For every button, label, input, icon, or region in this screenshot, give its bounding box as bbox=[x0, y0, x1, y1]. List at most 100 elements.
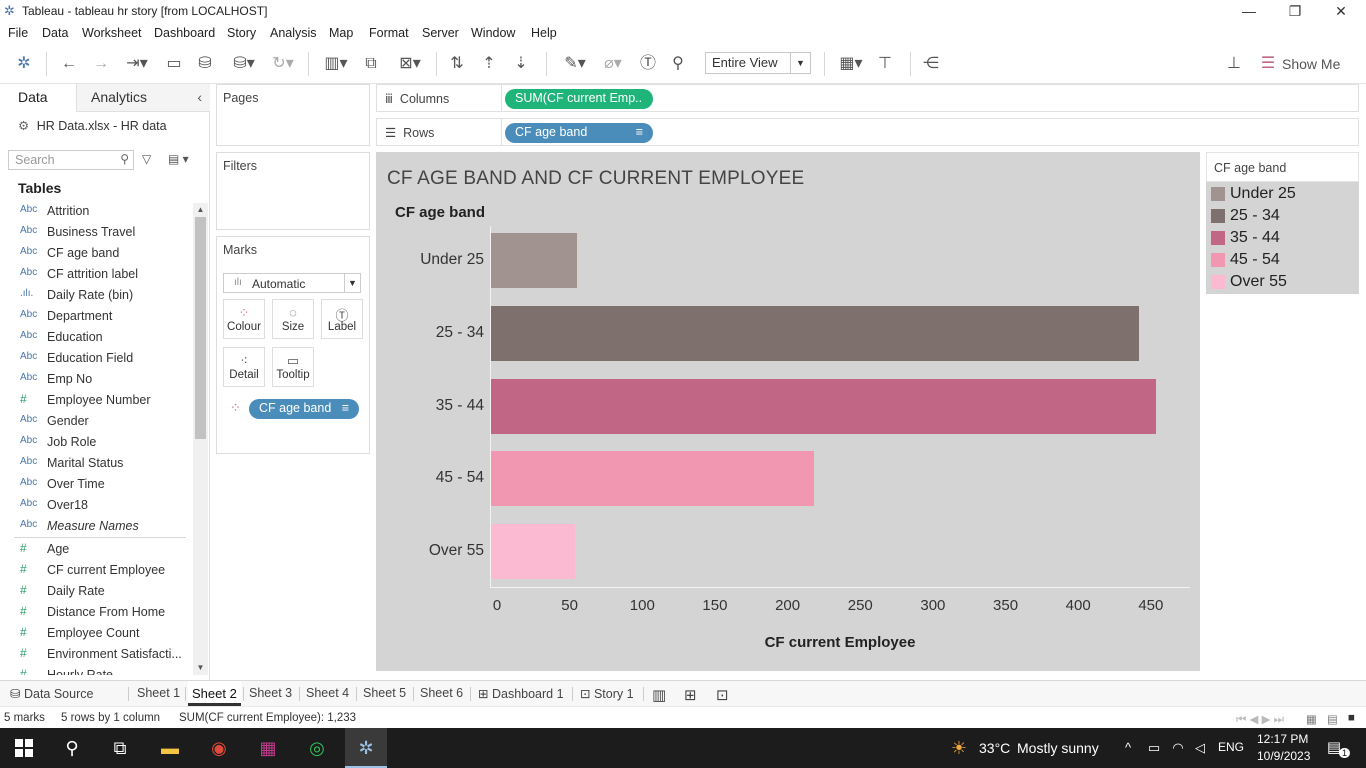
task-view-icon[interactable]: ⧉ bbox=[106, 736, 134, 760]
detail-button[interactable]: ⁖ Detail bbox=[223, 347, 265, 387]
show-cards-icon[interactable]: ▦▾ bbox=[834, 53, 868, 75]
field-item[interactable]: Abc CF attrition label bbox=[0, 264, 192, 284]
rows-shelf[interactable]: ☰ Rows CF age band ≡ bbox=[376, 118, 1359, 146]
tab-data[interactable]: Data bbox=[0, 84, 76, 112]
search-icon[interactable]: ⚲ bbox=[58, 736, 86, 760]
format-painter-icon[interactable]: ⊥ bbox=[1222, 53, 1246, 75]
tab-view-icon[interactable]: ■ bbox=[1348, 712, 1355, 724]
replay-icon[interactable]: ⇥▾ bbox=[120, 53, 154, 75]
new-worksheet-icon[interactable]: ▥▾ bbox=[318, 53, 354, 75]
field-item[interactable]: # Age bbox=[0, 539, 192, 559]
presentation-mode-icon[interactable]: ⊤ bbox=[874, 53, 896, 75]
datasource-item[interactable]: ⚙ HR Data.xlsx - HR data bbox=[18, 118, 167, 133]
field-item[interactable]: Abc Over Time bbox=[0, 474, 192, 494]
menu-format[interactable]: Format bbox=[369, 26, 409, 40]
bar-mark[interactable] bbox=[491, 524, 575, 580]
field-item[interactable]: Abc Measure Names bbox=[0, 516, 192, 536]
save-icon[interactable]: ▭ bbox=[164, 53, 184, 75]
tab-analytics[interactable]: Analytics ‹ bbox=[76, 84, 210, 112]
tab-sheet-6[interactable]: Sheet 6 bbox=[420, 681, 463, 706]
chrome-icon[interactable]: ◉ bbox=[205, 736, 233, 760]
bar-mark[interactable] bbox=[491, 378, 1156, 434]
menu-window[interactable]: Window bbox=[471, 26, 515, 40]
pause-updates-icon[interactable]: ⛁▾ bbox=[226, 53, 262, 75]
menu-dashboard[interactable]: Dashboard bbox=[154, 26, 215, 40]
bar-mark[interactable] bbox=[491, 305, 1139, 361]
file-explorer-icon[interactable]: ▬ bbox=[156, 736, 184, 760]
field-item[interactable]: Abc Over18 bbox=[0, 495, 192, 515]
new-story-icon[interactable]: ⊡ bbox=[716, 681, 729, 706]
scrollbar-thumb[interactable] bbox=[195, 217, 206, 439]
show-mark-labels-icon[interactable]: Ⓣ bbox=[638, 53, 658, 75]
scroll-down-icon[interactable]: ▼ bbox=[193, 661, 208, 675]
menu-story[interactable]: Story bbox=[227, 26, 256, 40]
mark-type-select[interactable]: ılı Automatic ▼ bbox=[223, 273, 361, 293]
winrar-icon[interactable]: ▦ bbox=[254, 736, 282, 760]
collapse-pane-icon[interactable]: ‹ bbox=[197, 89, 202, 105]
pages-card[interactable]: Pages bbox=[216, 84, 370, 146]
tab-dashboard-1[interactable]: ⊞ Dashboard 1 bbox=[478, 681, 564, 706]
field-item[interactable]: # Employee Count bbox=[0, 623, 192, 643]
filters-card[interactable]: Filters bbox=[216, 152, 370, 230]
field-item[interactable]: Abc Department bbox=[0, 306, 192, 326]
tab-sheet-1[interactable]: Sheet 1 bbox=[137, 681, 180, 706]
bar-mark[interactable] bbox=[491, 451, 814, 507]
chart-pane[interactable]: CF AGE BAND AND CF CURRENT EMPLOYEE CF a… bbox=[376, 152, 1200, 671]
size-button[interactable]: ◌ Size bbox=[272, 299, 314, 339]
new-worksheet-icon[interactable]: ▥ bbox=[652, 681, 666, 706]
menu-data[interactable]: Data bbox=[42, 26, 68, 40]
field-list-scrollbar[interactable]: ▲ ▼ bbox=[193, 203, 208, 675]
windows-start-icon[interactable] bbox=[15, 739, 33, 757]
menu-map[interactable]: Map bbox=[329, 26, 353, 40]
field-item[interactable]: Abc Education bbox=[0, 327, 192, 347]
menu-analysis[interactable]: Analysis bbox=[270, 26, 317, 40]
field-item[interactable]: # CF current Employee bbox=[0, 560, 192, 580]
marks-colour-pill[interactable]: CF age band ≡ bbox=[249, 399, 359, 419]
rows-pill[interactable]: CF age band ≡ bbox=[505, 123, 653, 143]
field-item[interactable]: Abc Gender bbox=[0, 411, 192, 431]
fit-view-select[interactable]: Entire View ▼ bbox=[705, 52, 811, 74]
field-item[interactable]: Abc Marital Status bbox=[0, 453, 192, 473]
menu-worksheet[interactable]: Worksheet bbox=[82, 26, 142, 40]
language-indicator[interactable]: ENG bbox=[1218, 740, 1244, 754]
field-item[interactable]: .ılı. Daily Rate (bin) bbox=[0, 285, 192, 305]
colour-legend[interactable]: CF age band Under 25 25 - 34 35 - 44 45 - 5… bbox=[1206, 152, 1359, 294]
field-item[interactable]: Abc Emp No bbox=[0, 369, 192, 389]
field-item[interactable]: # Employee Number bbox=[0, 390, 192, 410]
field-item[interactable]: # Distance From Home bbox=[0, 602, 192, 622]
label-button[interactable]: Ⓣ Label bbox=[321, 299, 363, 339]
volume-icon[interactable]: ◁ bbox=[1190, 736, 1210, 760]
field-item[interactable]: Abc Education Field bbox=[0, 348, 192, 368]
tab-sheet-2[interactable]: Sheet 2 bbox=[188, 681, 241, 706]
clock-date[interactable]: 10/9/2023 bbox=[1257, 749, 1310, 763]
tab-sheet-4[interactable]: Sheet 4 bbox=[306, 681, 349, 706]
share-icon[interactable]: ⋲ bbox=[920, 53, 942, 75]
wifi-icon[interactable]: ◠ bbox=[1168, 736, 1188, 760]
chevron-up-icon[interactable]: ^ bbox=[1118, 736, 1138, 760]
tab-sheet-3[interactable]: Sheet 3 bbox=[249, 681, 292, 706]
redo-icon[interactable]: → bbox=[90, 53, 112, 75]
tableau-taskbar-icon[interactable]: ✲ bbox=[345, 728, 387, 768]
sort-descending-icon[interactable]: ⇣ bbox=[510, 53, 532, 75]
battery-icon[interactable]: ▭ bbox=[1144, 736, 1164, 760]
columns-pill[interactable]: SUM(CF current Emp.. bbox=[505, 89, 653, 109]
highlight-icon[interactable]: ✎▾ bbox=[558, 53, 592, 75]
group-members-icon[interactable]: ⌀▾ bbox=[596, 53, 630, 75]
duplicate-sheet-icon[interactable]: ⧉ bbox=[360, 53, 382, 75]
field-item[interactable]: # Environment Satisfacti... bbox=[0, 644, 192, 664]
tableau-home-icon[interactable]: ✲ bbox=[14, 53, 34, 75]
show-me-icon[interactable]: ☰ bbox=[1258, 53, 1278, 75]
minimize-icon[interactable]: — bbox=[1226, 2, 1272, 20]
tab-data-source[interactable]: ⛁ Data Source bbox=[10, 681, 93, 706]
field-item[interactable]: Abc Business Travel bbox=[0, 222, 192, 242]
menu-file[interactable]: File bbox=[8, 26, 28, 40]
field-item[interactable]: Abc Attrition bbox=[0, 201, 192, 221]
columns-shelf[interactable]: ⅲ Columns SUM(CF current Emp.. bbox=[376, 84, 1359, 112]
tooltip-button[interactable]: ▭ Tooltip bbox=[272, 347, 314, 387]
filter-icon[interactable]: ▽ bbox=[142, 152, 151, 166]
clear-sheet-icon[interactable]: ⊠▾ bbox=[392, 53, 428, 75]
colour-button[interactable]: ⁘ Colour bbox=[223, 299, 265, 339]
menu-server[interactable]: Server bbox=[422, 26, 459, 40]
scroll-up-icon[interactable]: ▲ bbox=[193, 203, 208, 217]
field-item[interactable]: # Daily Rate bbox=[0, 581, 192, 601]
